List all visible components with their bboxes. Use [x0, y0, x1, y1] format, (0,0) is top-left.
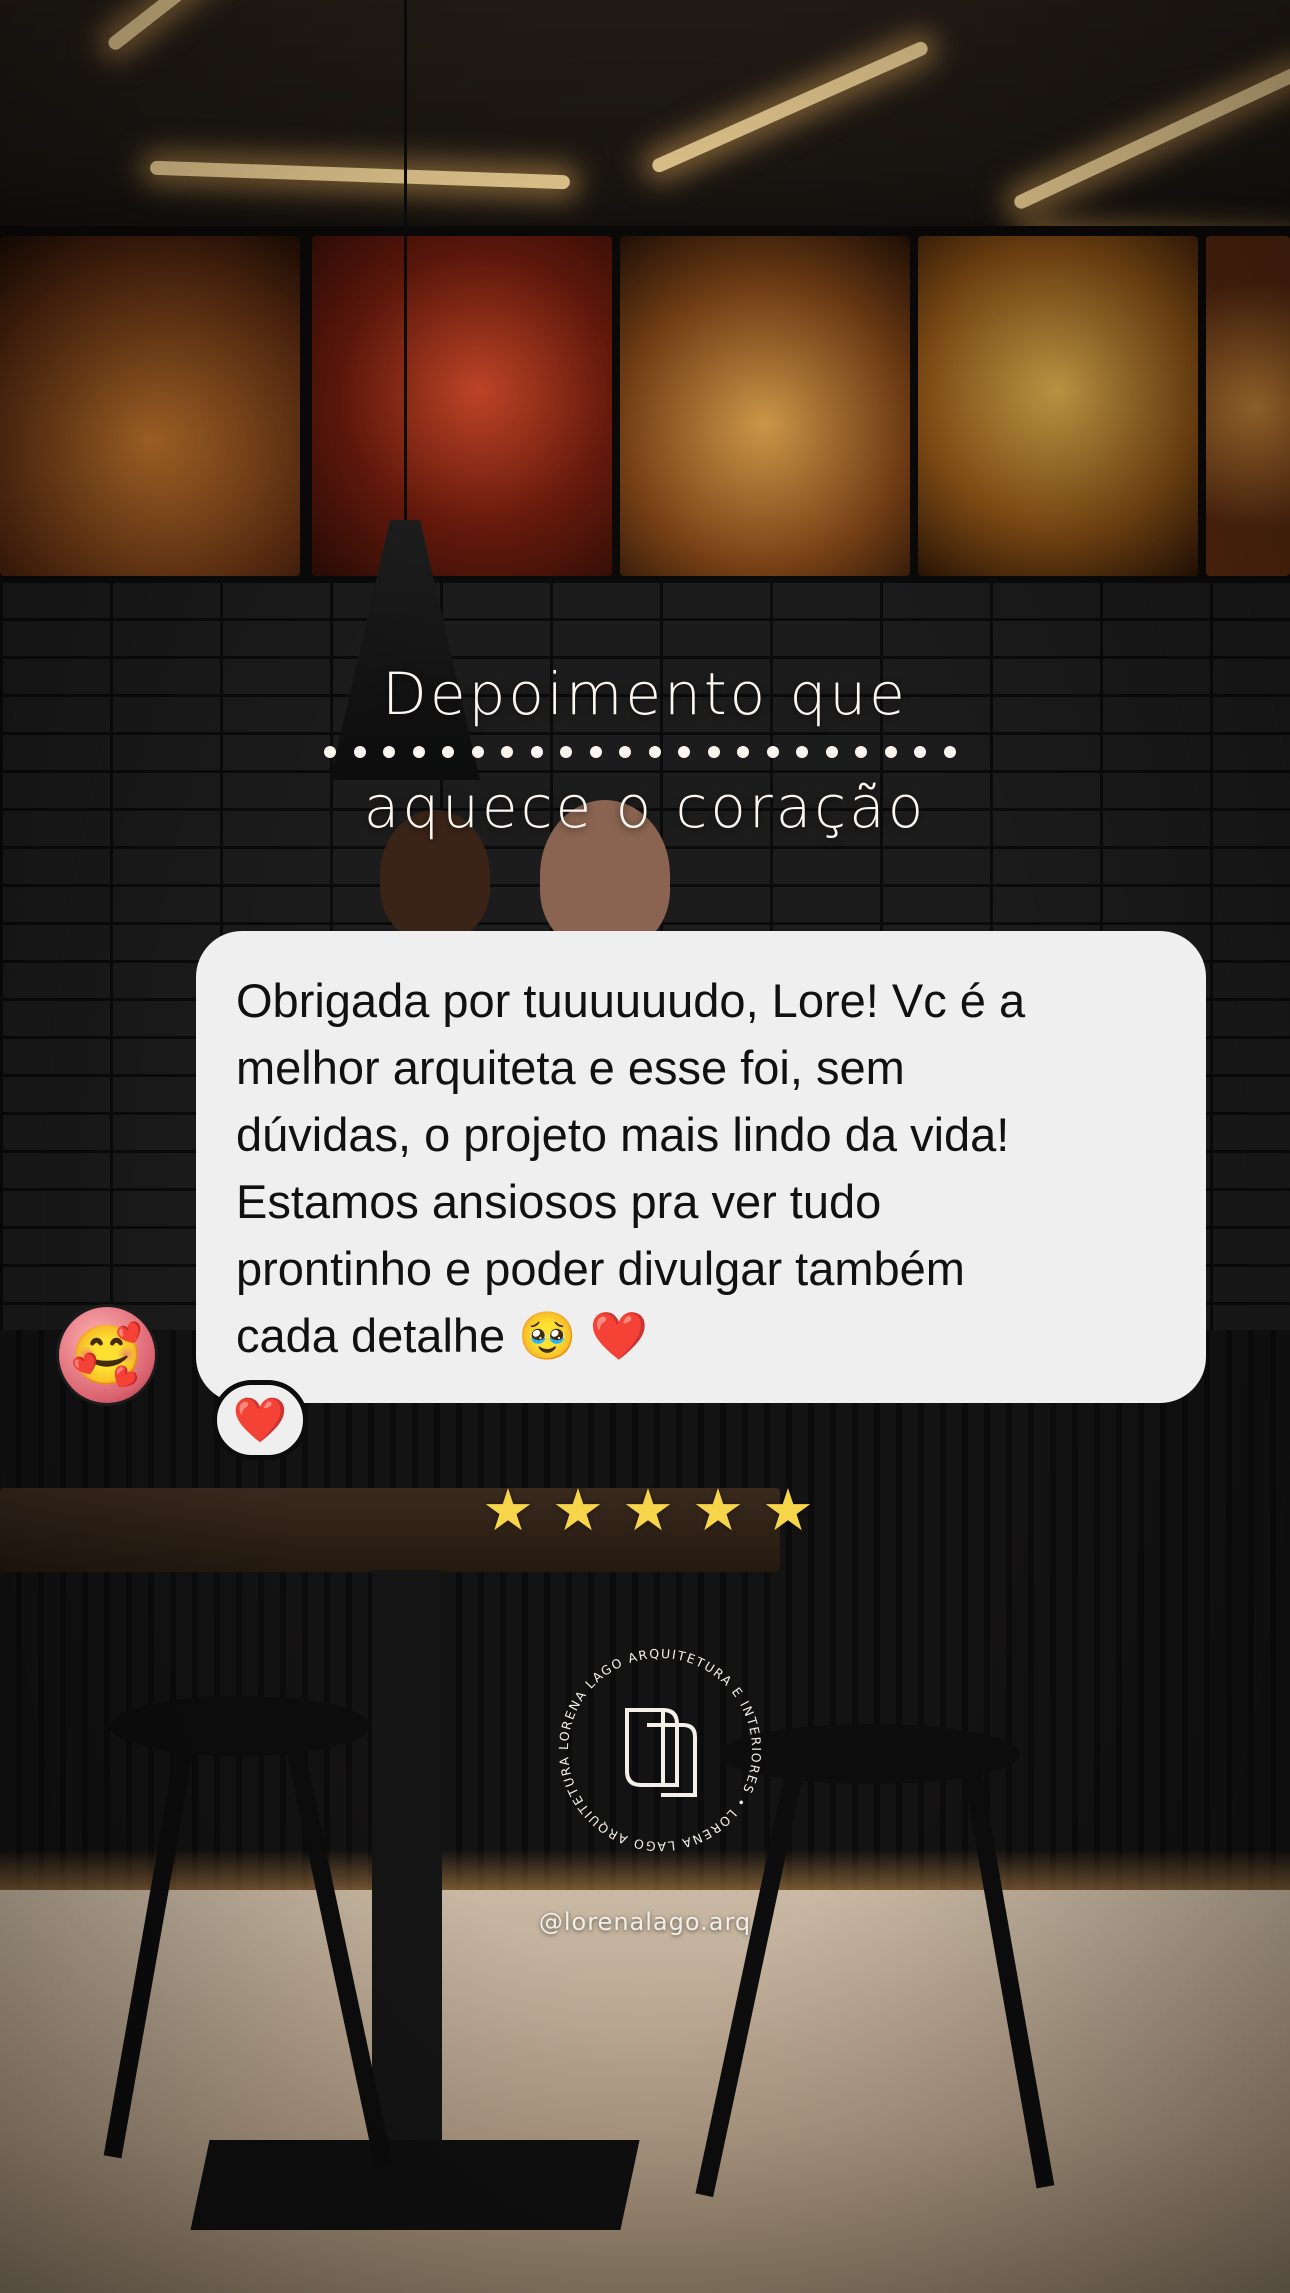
- divider-dot: [412, 746, 425, 758]
- divider-dot: [707, 746, 720, 758]
- divider-dot: [943, 746, 956, 758]
- heart-icon: ❤️: [232, 1395, 288, 1446]
- divider-dot: [560, 746, 573, 758]
- headline-line-2: aquece o coração: [363, 773, 927, 841]
- star-icon: ★: [622, 1476, 674, 1544]
- divider-dot: [796, 746, 809, 758]
- divider-dot: [678, 746, 691, 758]
- testimonial-bubble: Obrigada por tuuuuuudo, Lore! Vc é a mel…: [196, 931, 1206, 1403]
- divider-dot: [442, 746, 455, 758]
- instagram-handle: @lorenalago.arq: [538, 1908, 752, 1936]
- divider-dot: [501, 746, 514, 758]
- divider-dot: [353, 746, 366, 758]
- divider-dot: [825, 746, 838, 758]
- divider-dot: [383, 746, 396, 758]
- star-rating: ★ ★ ★ ★ ★: [482, 1480, 814, 1540]
- divider-dot: [589, 746, 602, 758]
- headline-line-1: Depoimento que: [382, 660, 908, 728]
- divider-dot: [737, 746, 750, 758]
- avatar: 🥰: [56, 1304, 158, 1406]
- divider-dot: [766, 746, 779, 758]
- smiling-face-with-hearts-icon: 🥰: [70, 1320, 144, 1389]
- star-icon: ★: [482, 1476, 534, 1544]
- divider-dot: [324, 746, 336, 758]
- star-icon: ★: [552, 1476, 604, 1544]
- divider-dot: [855, 746, 868, 758]
- divider-dot: [914, 746, 927, 758]
- logo-ring-text: LORENA LAGO ARQUITETURA E INTERIORES • L…: [545, 1635, 764, 1854]
- divider-dot: [619, 746, 632, 758]
- brand-logo: LORENA LAGO ARQUITETURA E INTERIORES • L…: [545, 1635, 764, 1854]
- heart-reaction-icon: ❤️: [212, 1380, 308, 1460]
- dotted-divider: [324, 742, 956, 762]
- testimonial-text: Obrigada por tuuuuuudo, Lore! Vc é a mel…: [236, 974, 1026, 1362]
- logo-mark-icon: [625, 1708, 697, 1797]
- star-icon: ★: [692, 1476, 744, 1544]
- divider-dot: [471, 746, 484, 758]
- star-icon: ★: [762, 1476, 814, 1544]
- divider-dot: [530, 746, 543, 758]
- divider-dot: [648, 746, 661, 758]
- divider-dot: [884, 746, 897, 758]
